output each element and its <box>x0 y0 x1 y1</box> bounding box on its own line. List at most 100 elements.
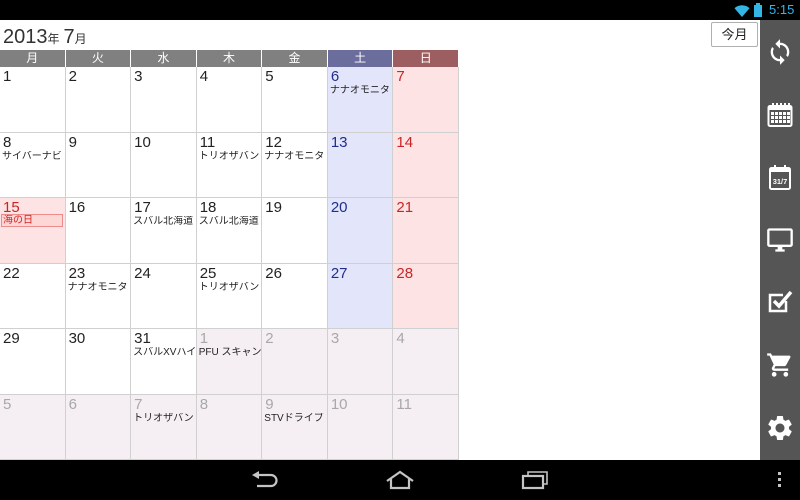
event-label[interactable]: ナナオモニタ <box>262 151 327 163</box>
event-label[interactable]: サイバーナビ <box>0 151 65 163</box>
day-number: 10 <box>330 395 348 413</box>
day-cell[interactable]: 17 スバル北海道 <box>131 198 197 264</box>
home-button[interactable] <box>375 460 425 500</box>
day-number: 1 <box>3 68 12 85</box>
back-icon <box>249 470 281 490</box>
day-cell[interactable]: 22 <box>0 263 66 329</box>
day-cell[interactable]: 31 スバルXVハイ <box>131 329 197 395</box>
month-view-button[interactable] <box>760 95 800 135</box>
display-button[interactable] <box>760 220 800 260</box>
gear-icon <box>765 413 795 443</box>
day-cell[interactable]: 8 <box>196 394 263 460</box>
day-number: 1 <box>199 330 209 347</box>
day-number: 9 <box>265 395 274 413</box>
this-month-button[interactable]: 今月 <box>711 22 758 47</box>
day-cell[interactable]: 20 <box>327 198 394 264</box>
day-cell[interactable]: 1 PFU スキャン <box>196 329 263 395</box>
day-cell[interactable]: 24 <box>131 263 197 329</box>
wifi-icon <box>734 4 750 17</box>
day-cell[interactable]: 28 <box>393 263 459 329</box>
shop-button[interactable] <box>760 345 800 385</box>
day-number: 31 <box>134 330 151 347</box>
day-cell[interactable]: 4 <box>196 67 263 133</box>
day-cell[interactable]: 11 トリオザバン <box>196 132 263 198</box>
day-number: 3 <box>134 68 143 85</box>
day-cell[interactable]: 25 トリオザバン <box>196 263 263 329</box>
day-cell[interactable]: 8 サイバーナビ <box>0 132 66 198</box>
recent-apps-icon <box>520 470 550 490</box>
day-cell[interactable]: 4 <box>393 329 459 395</box>
day-cell[interactable]: 27 <box>327 263 394 329</box>
day-cell[interactable]: 2 <box>65 67 132 133</box>
day-number: 8 <box>3 133 12 151</box>
day-number: 28 <box>396 264 414 282</box>
recent-apps-button[interactable] <box>510 460 560 500</box>
event-label[interactable]: トリオザバン <box>197 151 262 163</box>
day-cell[interactable]: 30 <box>65 329 132 395</box>
day-cell[interactable]: 14 <box>393 132 459 198</box>
month-number: 7 <box>63 26 75 48</box>
day-number: 11 <box>199 133 216 151</box>
event-label[interactable]: ナナオモニタ <box>66 282 131 294</box>
day-cell[interactable]: 18 スバル北海道 <box>196 198 263 264</box>
day-number: 4 <box>199 68 209 85</box>
day-cell[interactable]: 21 <box>393 198 459 264</box>
status-bar: 5:15 <box>0 0 800 20</box>
event-label[interactable]: スバルXVハイ <box>131 347 196 359</box>
day-number: 7 <box>396 68 405 85</box>
calendar-date-glyph: 31/7 <box>773 177 788 186</box>
day-cell[interactable]: 3 <box>327 329 394 395</box>
day-cell[interactable]: 15 海の日 <box>0 198 66 264</box>
day-cell[interactable]: 13 <box>327 132 394 198</box>
sync-button[interactable] <box>760 32 800 72</box>
weekday-header: 水 <box>131 50 197 67</box>
day-cell[interactable]: 5 <box>0 394 66 460</box>
weekday-header: 月 <box>0 50 66 67</box>
day-cell[interactable]: 11 <box>393 394 459 460</box>
system-nav-bar <box>0 460 800 500</box>
day-cell[interactable]: 6 <box>65 394 132 460</box>
weekday-header: 木 <box>196 50 263 67</box>
day-view-button[interactable]: 31/7 <box>760 157 800 197</box>
day-cell[interactable]: 6 ナナオモニタ <box>327 67 394 133</box>
day-number: 25 <box>199 264 217 282</box>
day-number: 5 <box>265 68 274 85</box>
month-title: 2013年 7月 <box>3 24 87 50</box>
event-label[interactable]: トリオザバン <box>197 282 262 294</box>
day-number: 4 <box>396 330 405 347</box>
day-number: 29 <box>3 330 20 347</box>
day-cell[interactable]: 9 <box>65 132 132 198</box>
day-cell[interactable]: 7 トリオザバン <box>131 394 197 460</box>
day-cell[interactable]: 10 <box>327 394 394 460</box>
weekday-header: 火 <box>65 50 132 67</box>
home-icon <box>385 470 415 490</box>
month-grid: 1 2 3 4 5 6 ナナオモニタ 7 8 サイバーナビ 9 10 11 トリオザバ… <box>0 67 459 460</box>
day-cell[interactable]: 9 STVドライブ <box>262 394 328 460</box>
battery-icon <box>754 3 762 17</box>
day-cell[interactable]: 12 ナナオモニタ <box>262 132 328 198</box>
event-label[interactable]: スバル北海道 <box>197 216 262 228</box>
day-number: 19 <box>265 199 282 216</box>
event-label[interactable]: PFU スキャン <box>197 347 262 359</box>
settings-button[interactable] <box>760 408 800 448</box>
overflow-menu-button[interactable] <box>765 460 795 500</box>
day-number: 21 <box>396 199 414 216</box>
todo-button[interactable] <box>760 282 800 322</box>
day-cell[interactable]: 3 <box>131 67 197 133</box>
year-unit: 年 <box>47 32 60 46</box>
event-label[interactable]: STVドライブ <box>262 413 327 425</box>
day-cell[interactable]: 2 <box>262 329 328 395</box>
back-button[interactable] <box>240 460 290 500</box>
day-cell[interactable]: 26 <box>262 263 328 329</box>
event-label[interactable]: スバル北海道 <box>131 216 196 228</box>
event-label[interactable]: ナナオモニタ <box>328 85 393 97</box>
day-cell[interactable]: 1 <box>0 67 66 133</box>
day-cell[interactable]: 19 <box>262 198 328 264</box>
day-cell[interactable]: 10 <box>131 132 197 198</box>
day-cell[interactable]: 5 <box>262 67 328 133</box>
day-cell[interactable]: 29 <box>0 329 66 395</box>
day-cell[interactable]: 23 ナナオモニタ <box>65 263 132 329</box>
event-label[interactable]: トリオザバン <box>131 413 196 425</box>
day-cell[interactable]: 7 <box>393 67 459 133</box>
day-cell[interactable]: 16 <box>65 198 132 264</box>
